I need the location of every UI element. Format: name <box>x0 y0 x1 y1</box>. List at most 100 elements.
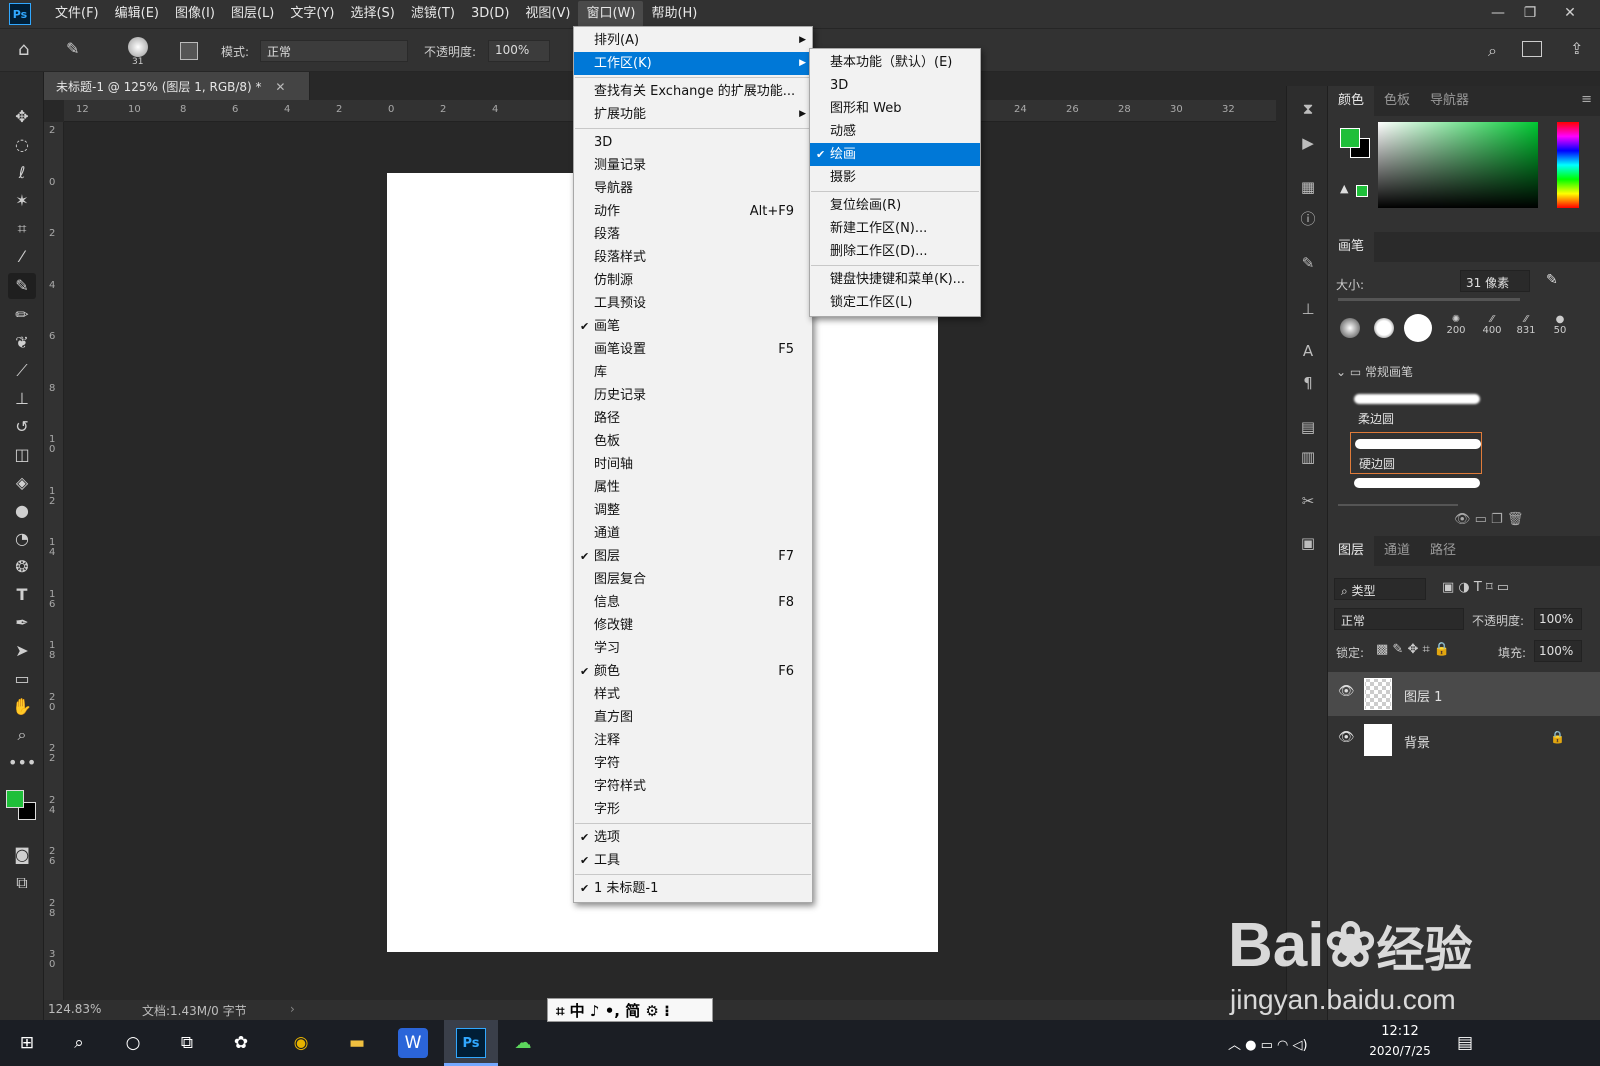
actions-play-icon[interactable]: ▶ <box>1297 132 1319 154</box>
pencil-tool-icon[interactable]: ✏ <box>8 302 36 328</box>
layer-row-layer1[interactable]: 👁 图层 1 <box>1328 672 1600 716</box>
brush-preset-400[interactable]: ⁄⁄ 400 <box>1478 314 1506 336</box>
window-menu-item-7[interactable]: 测量记录 <box>574 154 812 177</box>
screen-mode-icon[interactable]: ⧉ <box>8 870 36 896</box>
ime-status[interactable]: 中 ♪ •, 简 <box>570 1002 641 1020</box>
marquee-tool-icon[interactable]: ◌ <box>8 132 36 158</box>
menu-4[interactable]: 文字(Y) <box>282 1 342 27</box>
window-menu-item-22[interactable]: 调整 <box>574 499 812 522</box>
window-menu-item-23[interactable]: 通道 <box>574 522 812 545</box>
workspace-menu-item-5[interactable]: 摄影 <box>810 166 980 189</box>
wps-writer-icon[interactable]: W <box>398 1028 428 1058</box>
brush-item-soft[interactable]: 柔边圆 <box>1350 388 1482 430</box>
menu-5[interactable]: 选择(S) <box>342 1 402 27</box>
rectangle-tool-icon[interactable]: ▭ <box>8 666 36 692</box>
window-menu-item-21[interactable]: 属性 <box>574 476 812 499</box>
color-replace-icon[interactable]: ❦ <box>8 330 36 356</box>
menu-0[interactable]: 文件(F) <box>47 1 107 27</box>
tab-swatches[interactable]: 色板 <box>1374 86 1420 116</box>
workspace-menu-item-0[interactable]: 基本功能（默认）(E) <box>810 51 980 74</box>
window-menu-item-6[interactable]: 3D <box>574 131 812 154</box>
zoom-tool-icon[interactable]: ⌕ <box>8 722 36 748</box>
workspace-menu-item-8[interactable]: 新建工作区(N)... <box>810 217 980 240</box>
tab-color[interactable]: 颜色 <box>1328 86 1375 116</box>
window-menu-item-24[interactable]: ✔ 图层 F7 <box>574 545 812 568</box>
color-field[interactable] <box>1378 122 1538 208</box>
tab-navigator[interactable]: 导航器 <box>1420 86 1479 116</box>
fill-input[interactable]: 100% <box>1534 640 1582 662</box>
workspace-menu-item-7[interactable]: 复位绘画(R) <box>810 194 980 217</box>
layer-row-background[interactable]: 👁 背景 🔒 <box>1328 718 1600 762</box>
tab-brushes[interactable]: 画笔 <box>1328 232 1375 262</box>
window-menu-item-10[interactable]: 段落 <box>574 223 812 246</box>
brush-preset-hard[interactable] <box>1404 314 1432 342</box>
brush-size-input[interactable]: 31 像素 <box>1460 270 1530 292</box>
opacity-input[interactable]: 100% <box>488 40 550 62</box>
menu-7[interactable]: 3D(D) <box>463 1 517 27</box>
hue-slider[interactable] <box>1557 122 1579 208</box>
layer-opacity-input[interactable]: 100% <box>1534 608 1582 630</box>
search-icon[interactable]: ⌕ <box>64 1028 94 1058</box>
window-menu-item-0[interactable]: 排列(A) ▶ <box>574 29 812 52</box>
menu-3[interactable]: 图层(L) <box>223 1 282 27</box>
window-menu-item-35[interactable]: 字形 <box>574 798 812 821</box>
zoom-level[interactable]: 124.83% <box>48 1002 101 1016</box>
brush-group[interactable]: ⌄ ▭ 常规画笔 <box>1336 363 1413 380</box>
close-tab-icon[interactable]: ✕ <box>275 80 285 94</box>
crop-tool-icon[interactable]: ⌗ <box>8 216 36 242</box>
brush-edit-icon[interactable]: ✎ <box>1546 272 1566 290</box>
window-menu-item-37[interactable]: ✔ 选项 <box>574 826 812 849</box>
history-brush-icon[interactable]: ↺ <box>8 414 36 440</box>
chrome-icon[interactable]: ◉ <box>286 1028 316 1058</box>
menu-10[interactable]: 帮助(H) <box>643 1 705 27</box>
paint-bucket-icon[interactable]: ◈ <box>8 470 36 496</box>
window-menu-item-40[interactable]: ✔ 1 未标题-1 <box>574 877 812 900</box>
task-view-icon[interactable]: ⧉ <box>172 1028 202 1058</box>
cortana-icon[interactable]: ○ <box>118 1028 148 1058</box>
close-button[interactable]: ✕ <box>1555 2 1585 24</box>
layer-filter-icons[interactable]: ▣ ◑ T ⌑ ▭ <box>1442 580 1509 595</box>
hand-tool-icon[interactable]: ✋ <box>8 694 36 720</box>
eye-icon[interactable]: 👁 <box>1338 730 1355 745</box>
eyedropper-icon[interactable]: ⁄ <box>8 244 36 270</box>
window-menu-item-13[interactable]: 工具预设 <box>574 292 812 315</box>
lock-icons[interactable]: ▩ ✎ ✥ ⌗ 🔒 <box>1376 642 1450 657</box>
chevron-right-icon[interactable]: › <box>290 1002 295 1016</box>
menu-6[interactable]: 滤镜(T) <box>403 1 463 27</box>
layer-blend-select[interactable]: 正常 <box>1334 608 1464 630</box>
tool-presets-icon[interactable]: ✂ <box>1297 490 1319 512</box>
color-foreground-swatch[interactable] <box>1340 128 1360 148</box>
foreground-color-swatch[interactable] <box>6 790 24 808</box>
workspace-menu-item-9[interactable]: 删除工作区(D)... <box>810 240 980 263</box>
clone-source-icon[interactable]: ⊥ <box>1297 298 1319 320</box>
window-menu-item-12[interactable]: 仿制源 <box>574 269 812 292</box>
mode-select[interactable]: 正常 <box>260 40 408 62</box>
notes-icon[interactable]: ▥ <box>1297 446 1319 468</box>
window-menu-item-30[interactable]: 样式 <box>574 683 812 706</box>
eraser-tool-icon[interactable]: ◫ <box>8 442 36 468</box>
home-icon[interactable]: ⌂ <box>18 39 44 63</box>
window-menu-item-33[interactable]: 字符 <box>574 752 812 775</box>
file-explorer-icon[interactable]: ▬ <box>342 1028 372 1058</box>
path-select-icon[interactable]: ➤ <box>8 638 36 664</box>
window-menu-item-29[interactable]: ✔ 颜色 F6 <box>574 660 812 683</box>
window-menu-item-15[interactable]: 画笔设置 F5 <box>574 338 812 361</box>
brush-preset-831[interactable]: ⁄⁄ 831 <box>1512 314 1540 336</box>
brush-preset-50[interactable]: ● 50 <box>1546 314 1574 336</box>
workspace-menu-item-3[interactable]: 动感 <box>810 120 980 143</box>
layer-name[interactable]: 图层 1 <box>1404 686 1442 705</box>
brush-preview-icon[interactable] <box>128 37 148 57</box>
brush-preset-medium[interactable] <box>1374 318 1394 338</box>
eye-icon[interactable]: 👁 <box>1338 684 1355 699</box>
workspace-menu-item-12[interactable]: 锁定工作区(L) <box>810 291 980 314</box>
window-menu-item-38[interactable]: ✔ 工具 <box>574 849 812 872</box>
menu-8[interactable]: 视图(V) <box>517 1 578 27</box>
window-menu-item-32[interactable]: 注释 <box>574 729 812 752</box>
tab-paths[interactable]: 路径 <box>1420 536 1466 566</box>
system-tray-icons[interactable]: ︿ ● ▭ ◠ ◁) <box>1228 1034 1308 1053</box>
workspace-menu-item-11[interactable]: 键盘快捷键和菜单(K)... <box>810 268 980 291</box>
menu-2[interactable]: 图像(I) <box>167 1 223 27</box>
window-menu-item-17[interactable]: 历史记录 <box>574 384 812 407</box>
wechat-icon[interactable]: ☁ <box>508 1028 538 1058</box>
move-tool-icon[interactable]: ✥ <box>8 104 36 130</box>
